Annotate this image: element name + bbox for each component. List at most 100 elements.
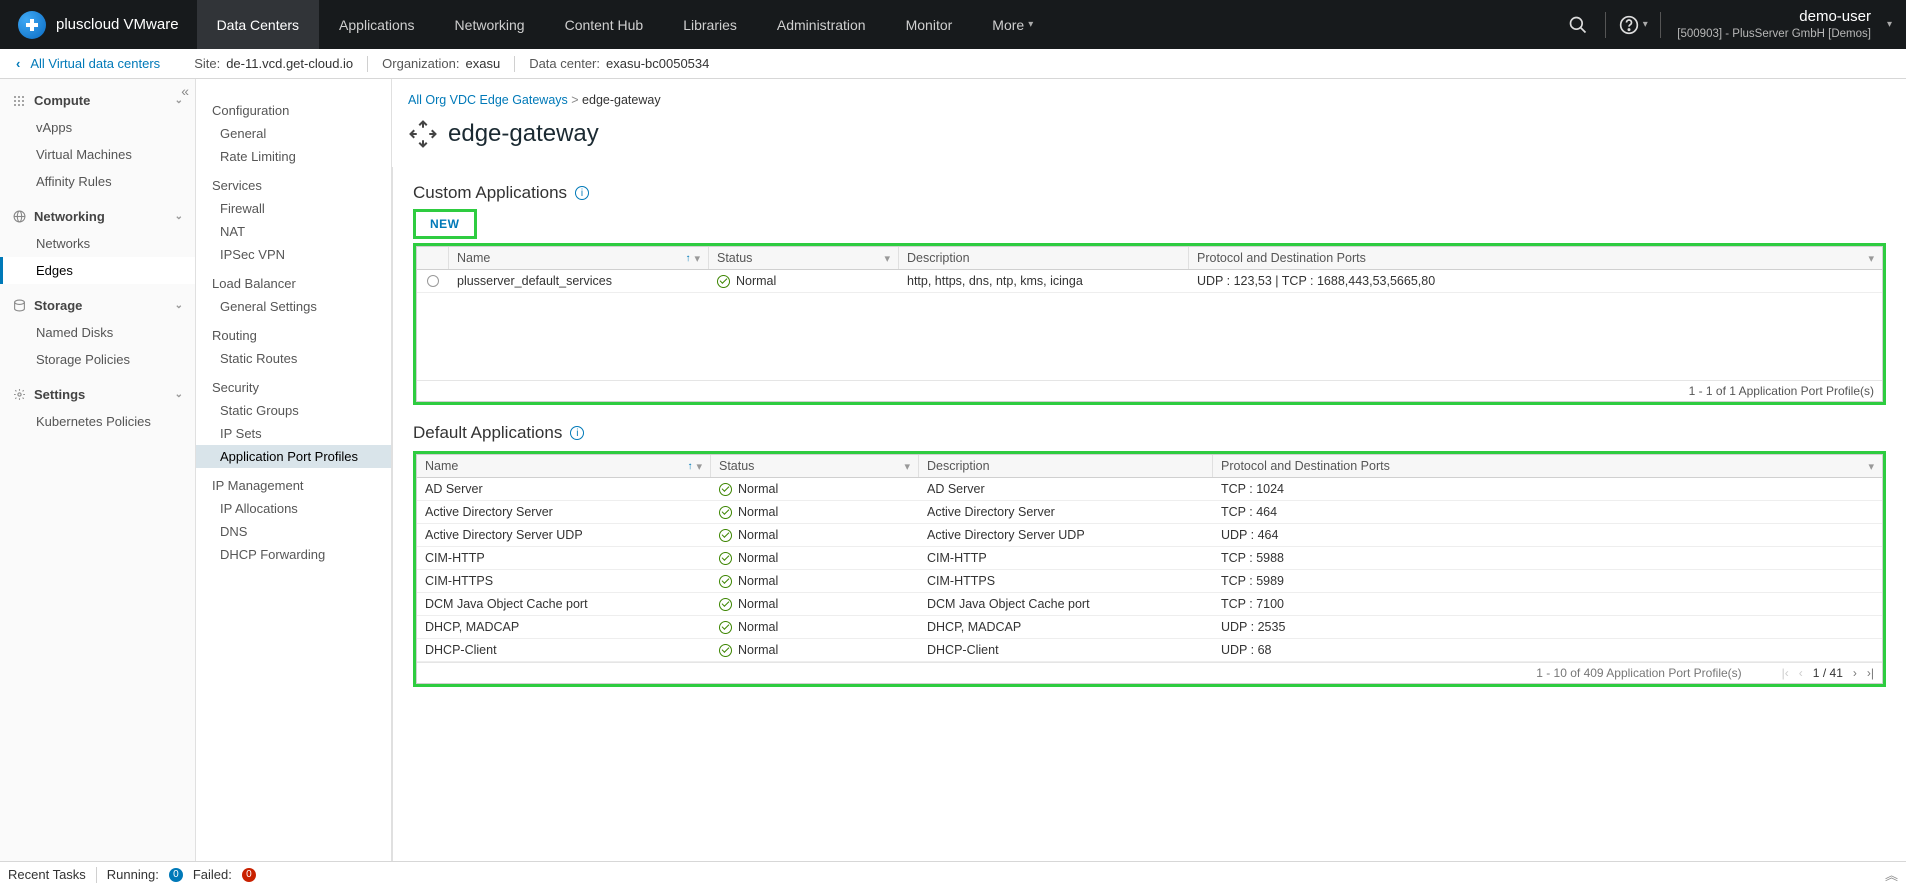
row-radio[interactable] <box>427 275 439 287</box>
breadcrumb-link[interactable]: All Org VDC Edge Gateways <box>408 93 571 107</box>
running-count: 0 <box>169 868 183 882</box>
sidebar-item-named-disks[interactable]: Named Disks <box>0 319 195 346</box>
context-bar: ‹ All Virtual data centers Site:de-11.vc… <box>0 49 1906 79</box>
status-ok-icon <box>719 621 732 634</box>
breadcrumb-current: edge-gateway <box>582 93 661 107</box>
status-ok-icon <box>719 575 732 588</box>
search-icon[interactable] <box>1561 8 1595 42</box>
subnav-item-static-groups[interactable]: Static Groups <box>212 399 391 422</box>
subnav-item-application-port-profiles[interactable]: Application Port Profiles <box>196 445 391 468</box>
user-menu[interactable]: demo-user [500903] - PlusServer GmbH [De… <box>1671 8 1877 41</box>
topbar-right: ▾ demo-user [500903] - PlusServer GmbH [… <box>1561 8 1906 42</box>
brand[interactable]: pluscloud VMware <box>0 11 197 39</box>
disk-icon <box>12 299 26 313</box>
sidebar-group-storage[interactable]: Storage⌄ <box>0 292 195 319</box>
table-row[interactable]: Active Directory ServerNormalActive Dire… <box>417 501 1882 524</box>
table-row[interactable]: CIM-HTTPNormalCIM-HTTPTCP : 5988 <box>417 547 1882 570</box>
subnav-item-dns[interactable]: DNS <box>212 520 391 543</box>
sidebar-item-storage-policies[interactable]: Storage Policies <box>0 346 195 373</box>
chevron-down-icon: ▾ <box>1887 19 1892 30</box>
sidebar-item-networks[interactable]: Networks <box>0 230 195 257</box>
tasks-bar: Recent Tasks Running: 0 Failed: 0 ︽ <box>0 861 1906 887</box>
help-icon[interactable]: ▾ <box>1616 8 1650 42</box>
status-ok-icon <box>717 275 730 288</box>
table-row[interactable]: DHCP, MADCAPNormalDHCP, MADCAPUDP : 2535 <box>417 616 1882 639</box>
primary-sidebar: « Compute⌄vAppsVirtual MachinesAffinity … <box>0 79 196 861</box>
grid-icon <box>12 94 26 108</box>
topnav-item-monitor[interactable]: Monitor <box>886 0 973 49</box>
table-row[interactable]: AD ServerNormalAD ServerTCP : 1024 <box>417 478 1882 501</box>
sidebar-collapse-icon[interactable]: « <box>181 83 189 99</box>
sidebar-item-edges[interactable]: Edges <box>0 257 195 284</box>
filter-icon[interactable]: ▾ <box>1868 460 1874 473</box>
table-row[interactable]: Active Directory Server UDPNormalActive … <box>417 524 1882 547</box>
filter-icon[interactable]: ▾ <box>694 252 700 265</box>
sidebar-group-settings[interactable]: Settings⌄ <box>0 381 195 408</box>
topnav-item-content-hub[interactable]: Content Hub <box>545 0 664 49</box>
new-button[interactable]: NEW <box>416 212 474 236</box>
subnav-item-rate-limiting[interactable]: Rate Limiting <box>212 145 391 168</box>
sidebar-item-affinity-rules[interactable]: Affinity Rules <box>0 168 195 195</box>
subnav-group-security: Security <box>212 376 391 399</box>
filter-icon[interactable]: ▾ <box>904 460 910 473</box>
topnav-item-administration[interactable]: Administration <box>757 0 886 49</box>
topnav-item-networking[interactable]: Networking <box>435 0 545 49</box>
topnav-item-more[interactable]: More▾ <box>972 0 1053 49</box>
status-ok-icon <box>719 483 732 496</box>
page-next-icon[interactable]: › <box>1853 666 1857 680</box>
page-prev-icon[interactable]: ‹ <box>1799 666 1803 680</box>
globe-icon <box>12 210 26 224</box>
topnav-item-applications[interactable]: Applications <box>319 0 435 49</box>
sort-asc-icon[interactable]: ↑ <box>685 253 690 264</box>
breadcrumb: All Org VDC Edge Gateways > edge-gateway <box>392 79 1906 111</box>
back-link[interactable]: All Virtual data centers <box>30 56 160 71</box>
subnav-item-general[interactable]: General <box>212 122 391 145</box>
default-apps-heading: Default Applications <box>413 423 562 443</box>
edge-gateway-icon <box>408 119 438 149</box>
status-ok-icon <box>719 598 732 611</box>
subnav-group-routing: Routing <box>212 324 391 347</box>
subnav-group-services: Services <box>212 174 391 197</box>
table-row[interactable]: CIM-HTTPSNormalCIM-HTTPSTCP : 5989 <box>417 570 1882 593</box>
table-row[interactable]: DCM Java Object Cache portNormalDCM Java… <box>417 593 1882 616</box>
status-ok-icon <box>719 552 732 565</box>
sidebar-item-virtual-machines[interactable]: Virtual Machines <box>0 141 195 168</box>
secondary-sidebar: ConfigurationGeneralRate LimitingService… <box>196 79 392 861</box>
topnav-item-libraries[interactable]: Libraries <box>663 0 757 49</box>
topnav-item-data-centers[interactable]: Data Centers <box>197 0 319 49</box>
custom-apps-table: Name↑▾ Status▾ Description Protocol and … <box>416 246 1883 402</box>
table-row[interactable]: plusserver_default_servicesNormalhttp, h… <box>417 270 1882 293</box>
page-title: edge-gateway <box>448 120 599 148</box>
subnav-item-nat[interactable]: NAT <box>212 220 391 243</box>
sidebar-group-networking[interactable]: Networking⌄ <box>0 203 195 230</box>
info-icon[interactable]: i <box>570 426 584 440</box>
topnav: Data CentersApplicationsNetworkingConten… <box>197 0 1054 49</box>
filter-icon[interactable]: ▾ <box>1868 252 1874 265</box>
subnav-item-dhcp-forwarding[interactable]: DHCP Forwarding <box>212 543 391 566</box>
sidebar-item-kubernetes-policies[interactable]: Kubernetes Policies <box>0 408 195 435</box>
subnav-item-general-settings[interactable]: General Settings <box>212 295 391 318</box>
page-first-icon[interactable]: |‹ <box>1782 666 1789 680</box>
custom-apps-table-highlight: Name↑▾ Status▾ Description Protocol and … <box>413 243 1886 405</box>
subnav-item-firewall[interactable]: Firewall <box>212 197 391 220</box>
subnav-item-static-routes[interactable]: Static Routes <box>212 347 391 370</box>
sort-asc-icon[interactable]: ↑ <box>687 461 692 472</box>
sidebar-group-compute[interactable]: Compute⌄ <box>0 87 195 114</box>
sidebar-item-vapps[interactable]: vApps <box>0 114 195 141</box>
subnav-item-ip-allocations[interactable]: IP Allocations <box>212 497 391 520</box>
back-icon[interactable]: ‹ <box>16 56 20 71</box>
filter-icon[interactable]: ▾ <box>696 460 702 473</box>
page-last-icon[interactable]: ›| <box>1867 666 1874 680</box>
table-row[interactable]: DHCP-ClientNormalDHCP-ClientUDP : 68 <box>417 639 1882 662</box>
custom-apps-footer: 1 - 1 of 1 Application Port Profile(s) <box>417 380 1882 401</box>
main: All Org VDC Edge Gateways > edge-gateway… <box>392 79 1906 861</box>
subnav-item-ip-sets[interactable]: IP Sets <box>212 422 391 445</box>
filter-icon[interactable]: ▾ <box>884 252 890 265</box>
recent-tasks-label: Recent Tasks <box>8 867 86 882</box>
subnav-group-ip-management: IP Management <box>212 474 391 497</box>
info-icon[interactable]: i <box>575 186 589 200</box>
user-org: [500903] - PlusServer GmbH [Demos] <box>1677 27 1871 41</box>
subnav-group-load-balancer: Load Balancer <box>212 272 391 295</box>
subnav-item-ipsec-vpn[interactable]: IPSec VPN <box>212 243 391 266</box>
expand-tasks-icon[interactable]: ︽ <box>1885 865 1898 884</box>
